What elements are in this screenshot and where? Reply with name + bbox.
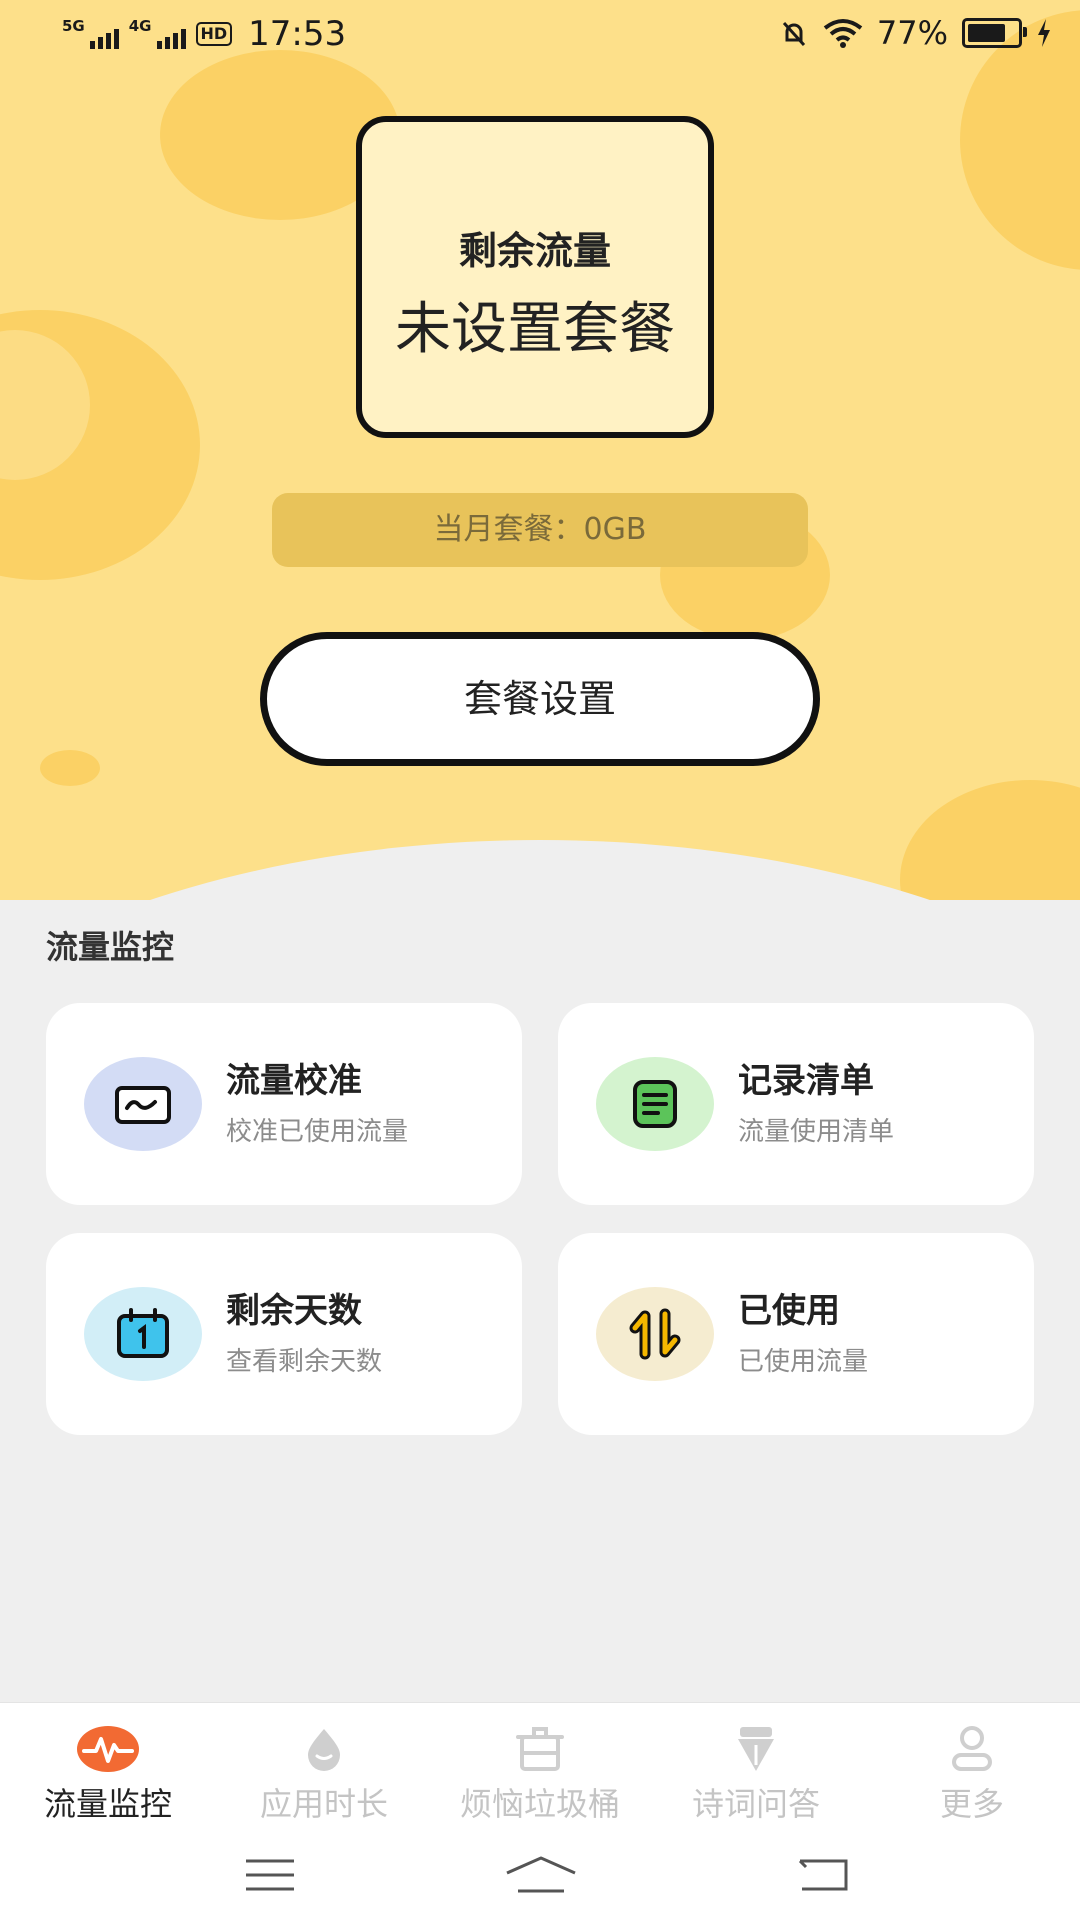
decor-bubble bbox=[900, 780, 1080, 900]
card-title: 记录清单 bbox=[738, 1061, 874, 1101]
signal-4g-icon: 4G bbox=[129, 19, 186, 49]
signal-5g-icon: 5G bbox=[62, 19, 119, 49]
status-bar: 5G 4G HD 17:53 77% bbox=[0, 0, 1080, 68]
card-subtitle: 已使用流量 bbox=[738, 1347, 869, 1377]
back-icon[interactable] bbox=[796, 1855, 852, 1895]
plan-settings-button[interactable]: 套餐设置 bbox=[260, 632, 820, 766]
trash-bin-icon bbox=[516, 1727, 564, 1771]
up-down-arrows-icon bbox=[596, 1287, 714, 1381]
hd-voice-icon: HD bbox=[195, 22, 233, 46]
calendar-icon bbox=[84, 1287, 202, 1381]
home-icon[interactable] bbox=[504, 1855, 578, 1895]
remaining-data-value: 未设置套餐 bbox=[395, 297, 675, 362]
card-title: 流量校准 bbox=[226, 1061, 362, 1101]
tab-label: 流量监控 bbox=[43, 1785, 172, 1823]
menu-icon[interactable] bbox=[244, 1857, 296, 1893]
tab-label: 应用时长 bbox=[259, 1785, 388, 1823]
tab-label: 更多 bbox=[939, 1785, 1004, 1823]
remaining-data-card: 剩余流量 未设置套餐 bbox=[356, 116, 714, 438]
person-icon bbox=[952, 1726, 992, 1771]
card-title: 剩余天数 bbox=[226, 1291, 362, 1331]
list-document-icon bbox=[596, 1057, 714, 1151]
battery-icon bbox=[962, 18, 1027, 48]
tab-label: 烦恼垃圾桶 bbox=[459, 1785, 620, 1823]
tab-traffic-monitor[interactable]: 流量监控 bbox=[0, 1703, 216, 1823]
remaining-data-title: 剩余流量 bbox=[458, 229, 611, 273]
card-used-data[interactable]: 已使用 已使用流量 bbox=[558, 1233, 1034, 1435]
section-title: 流量监控 bbox=[46, 928, 175, 966]
card-subtitle: 流量使用清单 bbox=[738, 1117, 895, 1147]
tab-app-usage[interactable]: 应用时长 bbox=[216, 1703, 432, 1823]
clock: 17:53 bbox=[248, 14, 347, 54]
card-subtitle: 查看剩余天数 bbox=[226, 1347, 383, 1377]
monthly-plan-label: 当月套餐：0GB bbox=[272, 493, 808, 567]
drop-icon bbox=[308, 1729, 340, 1771]
card-subtitle: 校准已使用流量 bbox=[226, 1117, 409, 1147]
card-data-calibration[interactable]: 流量校准 校准已使用流量 bbox=[46, 1003, 522, 1205]
pen-nib-icon bbox=[738, 1727, 774, 1771]
charging-icon bbox=[1038, 19, 1050, 47]
silent-bell-icon bbox=[782, 21, 805, 47]
wifi-icon bbox=[823, 19, 863, 48]
pulse-icon bbox=[77, 1726, 139, 1772]
chart-monitor-icon bbox=[84, 1057, 202, 1151]
tab-poetry-qa[interactable]: 诗词问答 bbox=[648, 1703, 864, 1823]
system-nav-bar bbox=[0, 1843, 1080, 1913]
card-title: 已使用 bbox=[738, 1291, 840, 1331]
tab-more[interactable]: 更多 bbox=[864, 1703, 1080, 1823]
tab-label: 诗词问答 bbox=[691, 1785, 820, 1823]
card-usage-records[interactable]: 记录清单 流量使用清单 bbox=[558, 1003, 1034, 1205]
decor-bubble bbox=[40, 750, 100, 786]
bottom-nav: 流量监控 应用时长 烦恼垃圾桶 诗词问答 更多 bbox=[0, 1702, 1080, 1921]
tab-worry-trash[interactable]: 烦恼垃圾桶 bbox=[432, 1703, 648, 1823]
card-remaining-days[interactable]: 剩余天数 查看剩余天数 bbox=[46, 1233, 522, 1435]
battery-percent: 77% bbox=[876, 14, 948, 52]
